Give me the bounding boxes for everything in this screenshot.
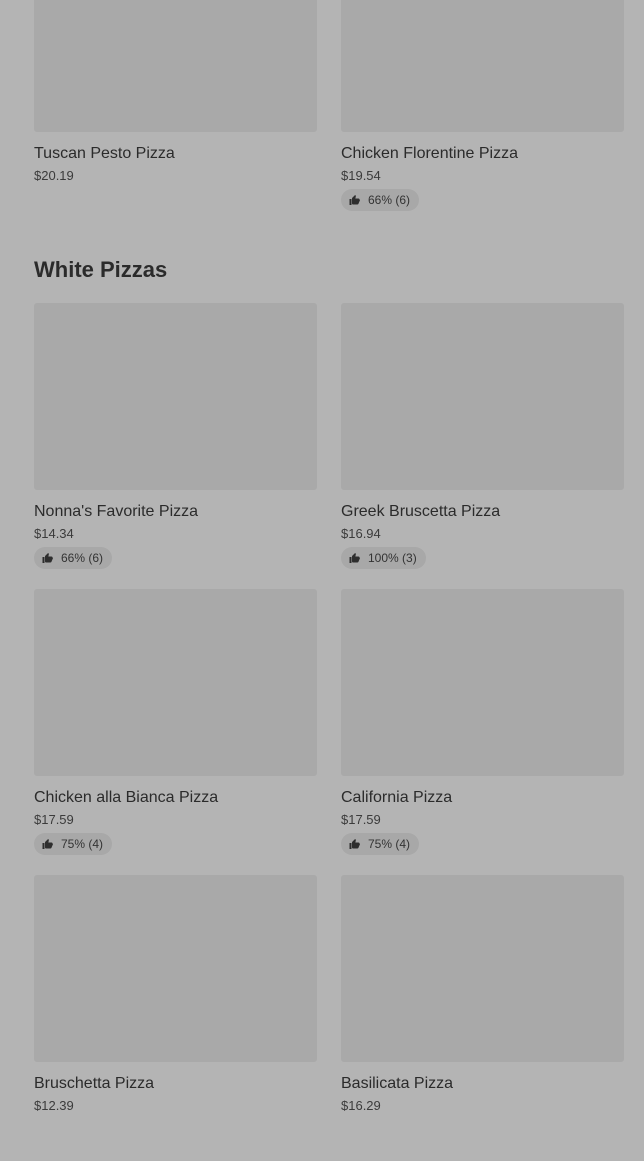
previous-section-grid: Tuscan Pesto Pizza $20.19 Chicken Floren… (34, 0, 624, 231)
item-name: Nonna's Favorite Pizza (34, 503, 199, 520)
item-name: California Pizza (341, 789, 453, 806)
rating-text: 66% (6) (368, 193, 411, 207)
item-price: $20.19 (34, 168, 74, 183)
item-image[interactable] (34, 589, 317, 776)
item-image[interactable] (34, 0, 317, 132)
item-price: $17.59 (341, 812, 381, 827)
item-image[interactable] (341, 875, 624, 1062)
item-image[interactable] (341, 589, 624, 776)
rating-text: 75% (4) (61, 837, 104, 851)
rating-text: 100% (3) (368, 551, 417, 565)
menu-item-card[interactable]: Basilicata Pizza $16.29 (341, 875, 624, 1161)
item-price: $19.54 (341, 168, 381, 183)
menu-item-card[interactable]: Greek Bruscetta Pizza $16.94 100% (3) (341, 303, 624, 589)
item-image[interactable] (341, 0, 624, 132)
item-name: Greek Bruscetta Pizza (341, 503, 501, 520)
thumbs-up-icon (42, 553, 53, 563)
item-name: Chicken Florentine Pizza (341, 145, 518, 162)
menu-item-card[interactable]: Tuscan Pesto Pizza $20.19 (34, 0, 317, 231)
thumbs-up-icon (349, 195, 360, 205)
item-name: Basilicata Pizza (341, 1075, 454, 1092)
menu-item-card[interactable]: Chicken Florentine Pizza $19.54 66% (6) (341, 0, 624, 231)
thumbs-up-icon (42, 839, 53, 849)
item-image[interactable] (34, 303, 317, 490)
menu-page: Tuscan Pesto Pizza $20.19 Chicken Floren… (0, 0, 644, 1113)
rating-badge: 75% (4) (34, 833, 113, 855)
item-name: Tuscan Pesto Pizza (34, 145, 175, 162)
menu-item-card[interactable]: California Pizza $17.59 75% (4) (341, 589, 624, 875)
section-title: White Pizzas (34, 257, 168, 282)
rating-badge: 75% (4) (341, 833, 420, 855)
item-price: $12.39 (34, 1098, 74, 1113)
item-price: $16.94 (341, 526, 381, 541)
item-name: Bruschetta Pizza (34, 1075, 155, 1092)
rating-badge: 66% (6) (34, 547, 113, 569)
rating-badge: 66% (6) (341, 189, 420, 211)
item-price: $14.34 (34, 526, 74, 541)
thumbs-up-icon (349, 553, 360, 563)
rating-text: 66% (6) (61, 551, 104, 565)
rating-text: 75% (4) (368, 837, 411, 851)
rating-badge: 100% (3) (341, 547, 426, 569)
menu-item-card[interactable]: Chicken alla Bianca Pizza $17.59 75% (4) (34, 589, 317, 875)
item-price: $16.29 (341, 1098, 381, 1113)
item-price: $17.59 (34, 812, 74, 827)
menu-item-card[interactable]: Bruschetta Pizza $12.39 (34, 875, 317, 1161)
thumbs-up-icon (349, 839, 360, 849)
item-name: Chicken alla Bianca Pizza (34, 789, 219, 806)
white-pizzas-grid: Nonna's Favorite Pizza $14.34 66% (6) Gr… (34, 303, 624, 1161)
menu-item-card[interactable]: Nonna's Favorite Pizza $14.34 66% (6) (34, 303, 317, 589)
item-image[interactable] (34, 875, 317, 1062)
item-image[interactable] (341, 303, 624, 490)
